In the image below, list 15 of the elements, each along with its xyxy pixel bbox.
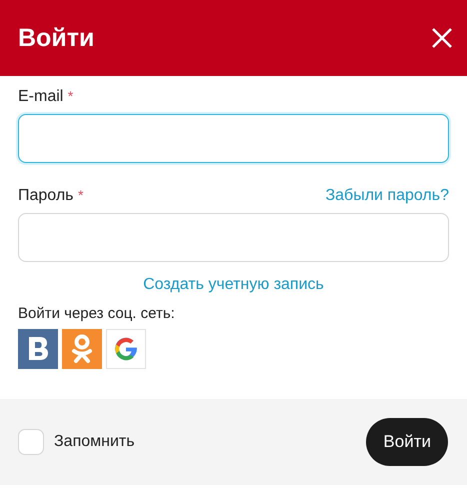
dialog-title: Войти: [18, 24, 94, 52]
forgot-password-link[interactable]: Забыли пароль?: [325, 187, 449, 205]
close-icon[interactable]: [431, 27, 453, 49]
input-field[interactable]: [18, 114, 449, 163]
ok-button[interactable]: [62, 329, 102, 369]
field-label: Пароль *: [18, 187, 84, 205]
social-label: Войти через соц. сеть:: [18, 305, 176, 322]
google-button[interactable]: [106, 329, 146, 369]
field-label: E-mail *: [18, 88, 74, 106]
login-button[interactable]: Войти: [366, 418, 448, 466]
checkbox[interactable]: [18, 429, 44, 455]
create-account-link[interactable]: Создать учетную запись: [143, 276, 324, 294]
vk-button[interactable]: [18, 329, 58, 369]
checkbox-label: Запомнить: [54, 433, 135, 451]
input-field[interactable]: [18, 213, 449, 262]
